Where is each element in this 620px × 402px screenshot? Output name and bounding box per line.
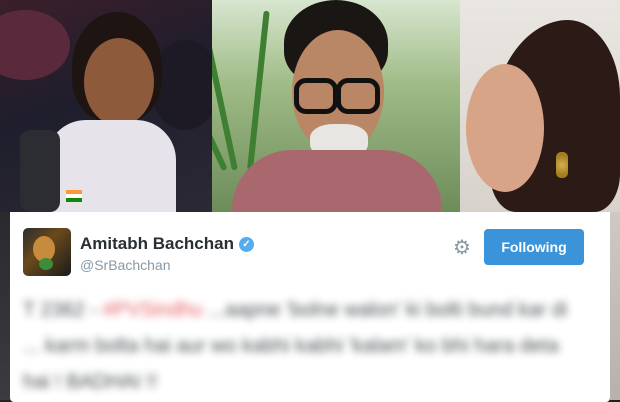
- hashtag-link[interactable]: #PVSindhu: [103, 299, 203, 321]
- verified-icon: ✓: [238, 236, 254, 252]
- name-row: Amitabh Bachchan ✓: [80, 234, 254, 254]
- glasses-left-lens: [294, 78, 338, 114]
- athlete-face: [84, 38, 154, 126]
- glasses-right-lens: [336, 78, 380, 114]
- avatar[interactable]: [23, 228, 71, 276]
- athlete-bag: [20, 130, 60, 212]
- background-edge-right: [610, 212, 620, 400]
- author-handle[interactable]: @SrBachchan: [80, 257, 170, 273]
- earring: [556, 152, 568, 178]
- gear-icon[interactable]: ⚙: [451, 237, 473, 259]
- tweet-header: Amitabh Bachchan ✓ @SrBachchan ⚙ Followi…: [10, 212, 610, 290]
- background-edge-left: [0, 212, 10, 400]
- avatar-accent: [39, 258, 53, 270]
- athlete-photo: [0, 0, 212, 212]
- tweet-text-prefix: T 2362 -: [23, 299, 103, 321]
- woman-face: [466, 64, 544, 192]
- man-kurta: [232, 150, 442, 212]
- following-button[interactable]: Following: [484, 229, 584, 265]
- tweet-text: T 2362 - #PVSindhu ...aapne 'bolne walon…: [23, 292, 583, 400]
- tweet-card: Amitabh Bachchan ✓ @SrBachchan ⚙ Followi…: [10, 212, 610, 402]
- woman-photo: [460, 0, 620, 212]
- header-photo-collage: [0, 0, 620, 212]
- background-blob: [0, 10, 70, 80]
- flag-patch: [66, 190, 82, 202]
- man-with-glasses-photo: [212, 0, 460, 212]
- plant-leaf: [247, 10, 270, 171]
- author-name[interactable]: Amitabh Bachchan: [80, 234, 234, 254]
